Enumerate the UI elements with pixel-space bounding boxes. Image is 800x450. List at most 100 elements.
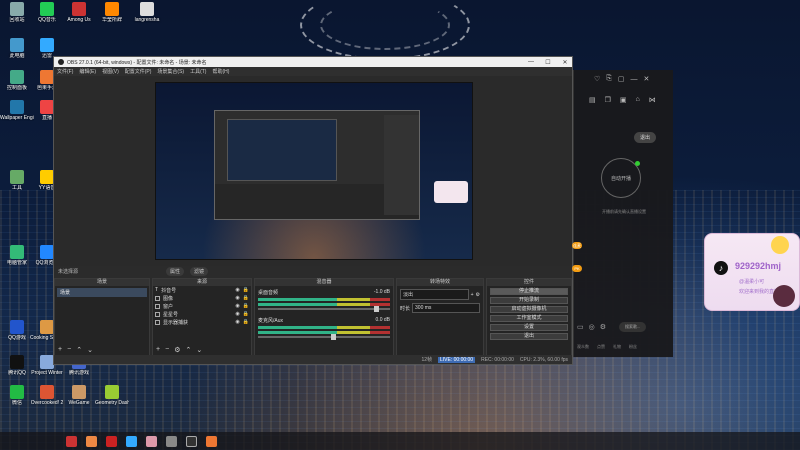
- desktop-icon[interactable]: langrensha: [130, 2, 164, 23]
- bell-icon[interactable]: ⌂: [636, 96, 640, 104]
- link-mic-badge[interactable]: 连麦: [572, 242, 582, 249]
- stop-streaming-button[interactable]: 停止推流: [490, 288, 568, 295]
- start-recording-button[interactable]: 开始录制: [490, 297, 568, 304]
- controls-dock: 控件 停止推流 开始录制 启动虚拟摄像机 工作室模式 设置 退出: [486, 278, 572, 356]
- remove-icon[interactable]: −: [165, 346, 169, 354]
- close-button[interactable]: ✕: [558, 59, 572, 66]
- taskbar-app-icon[interactable]: [106, 435, 117, 447]
- eye-icon[interactable]: ◉: [235, 303, 239, 309]
- desktop-icon-label: QQ游戏: [8, 335, 26, 341]
- scenes-dock-title: 场景: [55, 279, 149, 286]
- add-icon[interactable]: +: [471, 292, 474, 298]
- volume-slider[interactable]: [258, 334, 390, 340]
- properties-button[interactable]: 属性: [166, 267, 185, 276]
- desktop-icon[interactable]: 此电脑: [0, 38, 34, 59]
- minimize-button[interactable]: —: [524, 59, 538, 65]
- menu-file[interactable]: 文件(F): [57, 68, 73, 75]
- taskbar: [0, 432, 800, 450]
- lock-icon[interactable]: 🔒: [243, 287, 249, 293]
- taskbar-app-icon[interactable]: [146, 435, 157, 447]
- desktop-icon[interactable]: 控制面板: [0, 70, 34, 91]
- eye-icon[interactable]: ◉: [235, 311, 239, 317]
- source-item[interactable]: T 抖音号 ◉ 🔒: [153, 286, 251, 294]
- lock-icon[interactable]: 🔒: [243, 311, 249, 317]
- eye-icon[interactable]: ◉: [235, 319, 239, 325]
- volume-slider[interactable]: [258, 306, 390, 312]
- transition-select[interactable]: 淡出: [400, 289, 469, 300]
- desktop-icon[interactable]: QQ音乐: [30, 2, 64, 23]
- gear-icon[interactable]: ⚙: [600, 323, 606, 331]
- list-icon[interactable]: ▤: [589, 96, 596, 104]
- desktop-icon[interactable]: Overcooked! 2: [30, 385, 64, 406]
- source-item[interactable]: 显示器捕获 ◉ 🔒: [153, 318, 251, 326]
- volume-meter: [258, 298, 390, 301]
- duration-input[interactable]: 300 ms: [412, 303, 480, 313]
- source-item[interactable]: 星星号 ◉ 🔒: [153, 310, 251, 318]
- taskbar-app-icon[interactable]: [86, 435, 97, 447]
- desktop-icon[interactable]: 华莹所辞: [95, 2, 129, 23]
- desktop-icon[interactable]: 回收站: [0, 2, 34, 23]
- down-icon[interactable]: ⌄: [87, 346, 93, 354]
- gear-icon[interactable]: ⚙: [476, 292, 480, 298]
- menu-view[interactable]: 视图(V): [102, 68, 119, 75]
- add-icon[interactable]: +: [156, 346, 160, 354]
- desktop-icon[interactable]: 微信: [0, 385, 34, 406]
- virtual-camera-button[interactable]: 启动虚拟摄像机: [490, 306, 568, 313]
- settings-button[interactable]: 设置: [490, 324, 568, 331]
- taskbar-obs-icon[interactable]: [186, 435, 197, 447]
- box-icon[interactable]: ▣: [620, 96, 627, 104]
- taskbar-app-icon[interactable]: [166, 435, 177, 447]
- desktop-icon[interactable]: Wallpaper Engine: [0, 100, 34, 121]
- taskbar-app-icon[interactable]: [66, 435, 77, 447]
- desktop-icon[interactable]: 工具: [0, 170, 34, 191]
- shield-icon[interactable]: ♡: [594, 75, 600, 83]
- desktop-icon[interactable]: Geometry Dash: [95, 385, 129, 406]
- taskbar-app-icon[interactable]: [206, 435, 217, 447]
- obs-titlebar[interactable]: OBS 27.0.1 (64-bit, windows) - 配置文件: 未命名…: [54, 57, 572, 67]
- sticker-line: @温柔小可: [739, 279, 765, 285]
- obs-statusbar: 12帧 LIVE: 00:00:00 REC: 00:00:00 CPU: 2.…: [54, 355, 572, 364]
- share-icon[interactable]: ⋈: [649, 96, 656, 104]
- eye-icon[interactable]: ◉: [235, 295, 239, 301]
- copy-icon[interactable]: ❐: [605, 96, 611, 104]
- up-icon[interactable]: ⌃: [76, 346, 82, 354]
- desktop-icon[interactable]: Among Us: [62, 2, 96, 23]
- taskbar-app-icon[interactable]: [126, 435, 137, 447]
- desktop-icon[interactable]: 腾讯QQ: [0, 355, 34, 376]
- menu-tools[interactable]: 工具(T): [190, 68, 206, 75]
- add-icon[interactable]: +: [58, 346, 62, 354]
- eye-icon[interactable]: ◎: [589, 323, 595, 331]
- down-icon[interactable]: ⌄: [196, 346, 202, 354]
- desktop-icon[interactable]: WeGame: [62, 385, 96, 406]
- eye-icon[interactable]: ◉: [235, 287, 239, 293]
- scene-item[interactable]: 场景: [57, 288, 147, 297]
- window-icon[interactable]: ▢: [618, 75, 625, 83]
- song-search-input[interactable]: 搜索歌...: [619, 322, 647, 332]
- lock-icon[interactable]: 🔒: [243, 303, 249, 309]
- menu-scene-collection[interactable]: 场景集合(S): [157, 68, 184, 75]
- minimize-icon[interactable]: —: [631, 76, 638, 83]
- up-icon[interactable]: ⌃: [185, 346, 191, 354]
- pk-badge[interactable]: PK: [572, 265, 582, 272]
- camera-icon[interactable]: ▭: [577, 323, 584, 331]
- gear-icon[interactable]: ⚙: [174, 346, 180, 354]
- studio-mode-button[interactable]: 工作室模式: [490, 315, 568, 322]
- menu-profile[interactable]: 配置文件(P): [125, 68, 152, 75]
- lock-icon[interactable]: 🔒: [243, 295, 249, 301]
- exit-button[interactable]: 退出: [490, 333, 568, 340]
- remove-icon[interactable]: −: [67, 346, 71, 354]
- desktop-icon[interactable]: QQ游戏: [0, 320, 34, 341]
- menu-help[interactable]: 帮助(H): [212, 68, 229, 75]
- maximize-button[interactable]: ☐: [541, 59, 555, 66]
- panel-exit-button[interactable]: 退出: [634, 132, 657, 143]
- obs-window[interactable]: OBS 27.0.1 (64-bit, windows) - 配置文件: 未命名…: [53, 56, 573, 365]
- menu-edit[interactable]: 编辑(E): [79, 68, 96, 75]
- filters-button[interactable]: 滤镜: [190, 267, 209, 276]
- source-item[interactable]: 窗户 ◉ 🔒: [153, 302, 251, 310]
- stream-preview[interactable]: [155, 82, 473, 260]
- desktop-icon[interactable]: 电脑管家: [0, 245, 34, 266]
- share-icon[interactable]: ⎘: [606, 75, 612, 83]
- source-item[interactable]: 图像 ◉ 🔒: [153, 294, 251, 302]
- close-icon[interactable]: ✕: [644, 75, 650, 83]
- lock-icon[interactable]: 🔒: [243, 319, 249, 325]
